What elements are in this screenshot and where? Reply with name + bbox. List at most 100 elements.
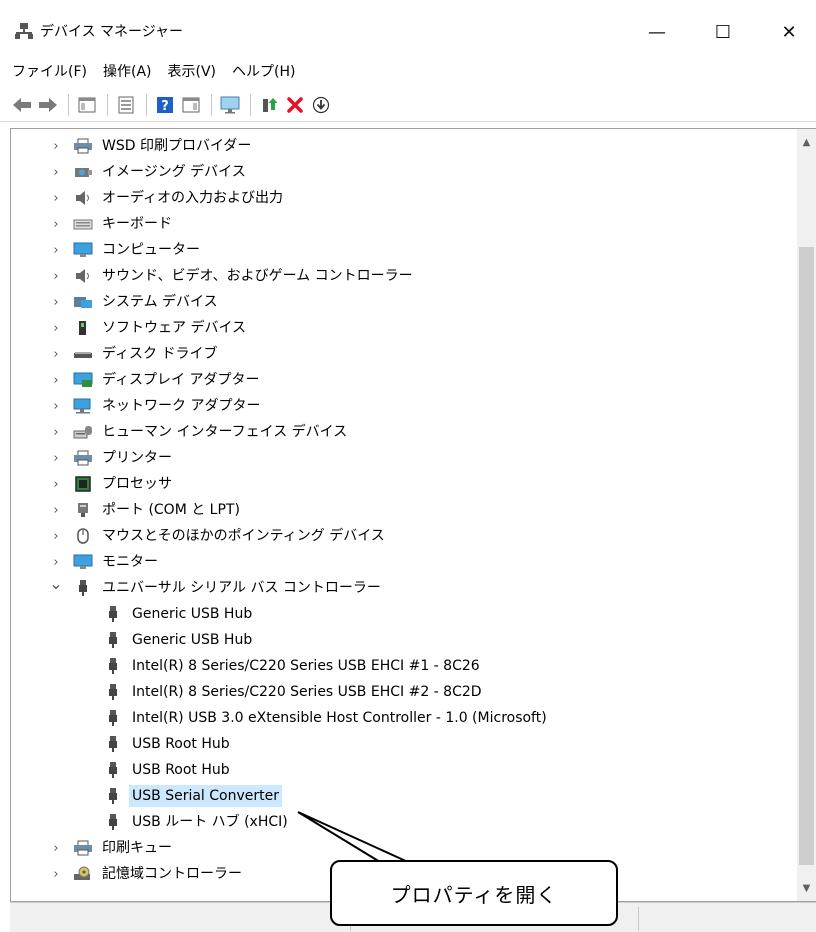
menu-action[interactable]: 操作(A) xyxy=(95,59,160,85)
menu-help[interactable]: ヘルプ(H) xyxy=(224,59,303,85)
scan-hardware-button[interactable] xyxy=(218,93,242,117)
tree-item-usb-serial-converter[interactable]: USB Serial Converter xyxy=(11,783,797,809)
tree-item-label: ソフトウェア デバイス xyxy=(102,320,247,336)
help-button[interactable]: ? xyxy=(153,93,177,117)
vertical-scrollbar[interactable]: ▲ ▼ xyxy=(797,129,816,901)
tree-category[interactable]: › コンピューター xyxy=(11,237,797,263)
chevron-down-icon[interactable]: ⌄ xyxy=(49,576,63,597)
tree-category[interactable]: › ネットワーク アダプター xyxy=(11,393,797,419)
menu-view[interactable]: 表示(V) xyxy=(160,59,225,85)
tree-item-label: キーボード xyxy=(102,216,172,232)
tree-category[interactable]: › ヒューマン インターフェイス デバイス xyxy=(11,419,797,445)
printer-icon xyxy=(73,137,93,155)
tree-item-label: イメージング デバイス xyxy=(102,164,246,180)
usb-icon xyxy=(103,631,123,649)
tree-item-label: プリンター xyxy=(102,450,172,466)
chevron-right-icon[interactable]: › xyxy=(49,295,63,310)
tree-item-label: マウスとそのほかのポインティング デバイス xyxy=(102,528,385,544)
tree-category[interactable]: › WSD 印刷プロバイダー xyxy=(11,133,797,159)
tree-item-label: ヒューマン インターフェイス デバイス xyxy=(102,424,348,440)
chevron-right-icon[interactable]: › xyxy=(49,139,63,154)
tree-category[interactable]: › プロセッサ xyxy=(11,471,797,497)
tree-item-label: プロセッサ xyxy=(102,476,172,492)
chevron-right-icon[interactable]: › xyxy=(49,373,63,388)
tree-category[interactable]: › ディスク ドライブ xyxy=(11,341,797,367)
tree-category[interactable]: › ポート (COM と LPT) xyxy=(11,497,797,523)
tree-usb-device[interactable]: Generic USB Hub xyxy=(11,601,797,627)
chevron-right-icon[interactable]: › xyxy=(49,243,63,258)
tree-category[interactable]: › ソフトウェア デバイス xyxy=(11,315,797,341)
chevron-right-icon[interactable]: › xyxy=(49,425,63,440)
tree-item-label: USB ルート ハブ (xHCI) xyxy=(132,814,288,830)
tree-item-label: Generic USB Hub xyxy=(132,632,253,648)
chevron-right-icon[interactable]: › xyxy=(49,503,63,518)
chevron-right-icon[interactable]: › xyxy=(49,399,63,414)
tree-category[interactable]: › モニター xyxy=(11,549,797,575)
minimize-button[interactable]: — xyxy=(634,12,680,52)
tree-item-label: モニター xyxy=(102,554,158,570)
scroll-down-arrow-icon[interactable]: ▼ xyxy=(797,879,816,897)
tree-category[interactable]: › ディスプレイ アダプター xyxy=(11,367,797,393)
tree-category[interactable]: › サウンド、ビデオ、およびゲーム コントローラー xyxy=(11,263,797,289)
chevron-right-icon[interactable]: › xyxy=(49,191,63,206)
tree-category[interactable]: ⌄ ユニバーサル シリアル バス コントローラー xyxy=(11,575,797,601)
scroll-up-arrow-icon[interactable]: ▲ xyxy=(797,133,816,151)
properties-button[interactable] xyxy=(114,93,138,117)
tree-usb-device[interactable]: USB Root Hub xyxy=(11,731,797,757)
console-tree-icon xyxy=(78,97,96,112)
chevron-right-icon[interactable]: › xyxy=(49,555,63,570)
menu-bar: ファイル(F) 操作(A) 表示(V) ヘルプ(H) xyxy=(0,58,816,86)
tree-item-label: 印刷キュー xyxy=(102,840,172,856)
forward-button[interactable] xyxy=(36,93,60,117)
network-icon xyxy=(73,397,93,415)
tree-item-label: USB Root Hub xyxy=(132,736,230,752)
scrollbar-thumb[interactable] xyxy=(799,247,814,865)
back-button[interactable] xyxy=(10,93,34,117)
chevron-right-icon[interactable]: › xyxy=(49,321,63,336)
tree-usb-device[interactable]: Intel(R) USB 3.0 eXtensible Host Control… xyxy=(11,705,797,731)
chevron-right-icon[interactable]: › xyxy=(49,217,63,232)
usb-icon xyxy=(103,657,123,675)
tree-category[interactable]: › マウスとそのほかのポインティング デバイス xyxy=(11,523,797,549)
tree-category[interactable]: › システム デバイス xyxy=(11,289,797,315)
tree-category[interactable]: › キーボード xyxy=(11,211,797,237)
tree-category[interactable]: › プリンター xyxy=(11,445,797,471)
chevron-right-icon[interactable]: › xyxy=(49,867,63,882)
title-bar: デバイス マネージャー — ☐ ✕ xyxy=(0,0,816,56)
chevron-right-icon[interactable]: › xyxy=(49,477,63,492)
chevron-right-icon[interactable]: › xyxy=(49,841,63,856)
tree-item-label: ネットワーク アダプター xyxy=(102,398,261,414)
close-button[interactable]: ✕ xyxy=(766,12,812,52)
uninstall-device-button[interactable] xyxy=(283,93,307,117)
action-pane-button[interactable] xyxy=(179,93,203,117)
svg-text:?: ? xyxy=(161,99,169,114)
chevron-right-icon[interactable]: › xyxy=(49,529,63,544)
chevron-right-icon[interactable]: › xyxy=(49,269,63,284)
tree-category[interactable]: › 印刷キュー xyxy=(11,835,797,861)
monitor-icon xyxy=(73,241,93,259)
tree-usb-device[interactable]: Intel(R) 8 Series/C220 Series USB EHCI #… xyxy=(11,679,797,705)
maximize-button[interactable]: ☐ xyxy=(700,12,746,52)
usb-icon xyxy=(73,579,93,597)
chevron-right-icon[interactable]: › xyxy=(49,347,63,362)
chevron-right-icon[interactable]: › xyxy=(49,165,63,180)
update-driver-icon xyxy=(263,97,278,112)
tree-item-label: WSD 印刷プロバイダー xyxy=(102,138,252,154)
show-hide-tree-button[interactable] xyxy=(75,93,99,117)
tree-item-label: ディスプレイ アダプター xyxy=(102,372,260,388)
tree-usb-device[interactable]: USB Root Hub xyxy=(11,757,797,783)
tree-usb-device[interactable]: Generic USB Hub xyxy=(11,627,797,653)
camera-icon xyxy=(73,163,93,181)
tree-category[interactable]: › オーディオの入力および出力 xyxy=(11,185,797,211)
tree-usb-device[interactable]: USB ルート ハブ (xHCI) xyxy=(11,809,797,835)
console-tree-icon xyxy=(182,97,200,112)
chevron-right-icon[interactable]: › xyxy=(49,451,63,466)
tree-usb-device[interactable]: Intel(R) 8 Series/C220 Series USB EHCI #… xyxy=(11,653,797,679)
menu-file[interactable]: ファイル(F) xyxy=(0,59,95,85)
update-driver-button[interactable] xyxy=(257,93,281,117)
device-icon xyxy=(73,319,93,337)
tree-item-label: ポート (COM と LPT) xyxy=(102,502,240,518)
tree-category[interactable]: › イメージング デバイス xyxy=(11,159,797,185)
device-manager-icon xyxy=(14,22,34,40)
disable-device-button[interactable] xyxy=(309,93,333,117)
